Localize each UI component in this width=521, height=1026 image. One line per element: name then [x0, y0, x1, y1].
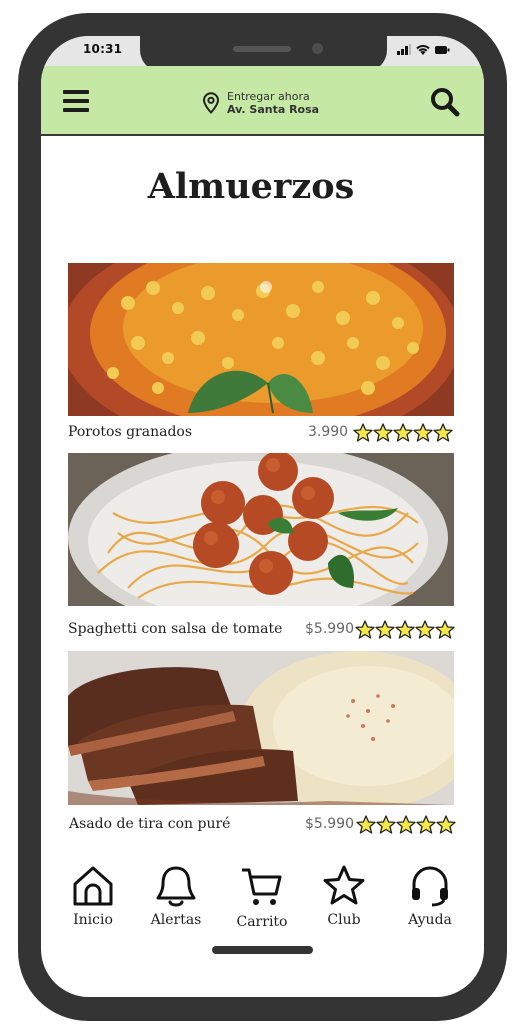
location-text: Entregar ahora Av. Santa Rosa: [227, 90, 319, 116]
home-icon: [73, 866, 113, 906]
rating-star-icon: [413, 423, 433, 442]
rating-star-icon: [393, 423, 413, 442]
nav-label: Club: [327, 912, 361, 928]
rating-star-icon: [436, 815, 456, 834]
food-rating: [355, 620, 455, 639]
food-price: 3.990: [308, 424, 349, 440]
rating-star-icon: [375, 620, 395, 639]
nav-item-ayuda[interactable]: Ayuda: [395, 864, 465, 928]
food-image-spaghetti[interactable]: [68, 453, 454, 606]
food-price: $5.990: [305, 621, 354, 637]
phone-screen: 10:31 Entregar ahora Av. Santa Rosa Almu…: [41, 36, 484, 997]
battery-icon: [435, 46, 450, 54]
food-image-porotos[interactable]: [68, 263, 454, 416]
rating-star-icon: [353, 423, 373, 442]
page-title: Almuerzos: [147, 166, 355, 207]
nav-item-inicio[interactable]: Inicio: [58, 864, 128, 928]
front-camera: [312, 43, 323, 54]
rating-star-icon: [415, 620, 435, 639]
phone-frame: 10:31 Entregar ahora Av. Santa Rosa Almu…: [18, 13, 507, 1021]
nav-item-club[interactable]: Club: [309, 864, 379, 928]
rating-star-icon: [376, 815, 396, 834]
rating-star-icon: [355, 620, 375, 639]
hamburger-menu-icon[interactable]: [63, 90, 91, 114]
rating-star-icon: [435, 620, 455, 639]
nav-label: Inicio: [73, 912, 113, 928]
bell-icon: [156, 866, 196, 907]
home-indicator[interactable]: [212, 946, 313, 954]
delivery-location-selector[interactable]: Entregar ahora Av. Santa Rosa: [201, 90, 319, 116]
food-price: $5.990: [305, 816, 354, 832]
rating-star-icon: [416, 815, 436, 834]
nav-item-carrito[interactable]: Carrito: [227, 864, 297, 930]
star-icon: [323, 865, 365, 905]
search-icon[interactable]: [429, 86, 461, 122]
status-icons: [397, 44, 450, 55]
rating-star-icon: [433, 423, 453, 442]
nav-label: Carrito: [236, 914, 288, 930]
rating-star-icon: [395, 620, 415, 639]
rating-star-icon: [356, 815, 376, 834]
rating-star-icon: [396, 815, 416, 834]
map-pin-icon: [202, 92, 220, 114]
status-time: 10:31: [83, 42, 123, 56]
location-value: Av. Santa Rosa: [227, 103, 320, 116]
wifi-icon: [416, 45, 430, 55]
speaker-grille: [233, 46, 291, 52]
nav-item-alertas[interactable]: Alertas: [141, 864, 211, 928]
food-name: Spaghetti con salsa de tomate: [68, 621, 283, 637]
headset-icon: [412, 866, 448, 907]
food-rating: [353, 423, 453, 442]
food-name: Porotos granados: [68, 424, 193, 440]
food-name: Asado de tira con puré: [69, 816, 231, 832]
food-rating: [356, 815, 456, 834]
rating-star-icon: [373, 423, 393, 442]
signal-icon: [397, 44, 411, 55]
nav-label: Ayuda: [408, 912, 452, 928]
food-image-asado[interactable]: [68, 651, 454, 805]
app-header: Entregar ahora Av. Santa Rosa: [41, 66, 484, 136]
location-label: Entregar ahora: [227, 90, 310, 103]
cart-icon: [242, 868, 282, 905]
nav-label: Alertas: [150, 912, 202, 928]
